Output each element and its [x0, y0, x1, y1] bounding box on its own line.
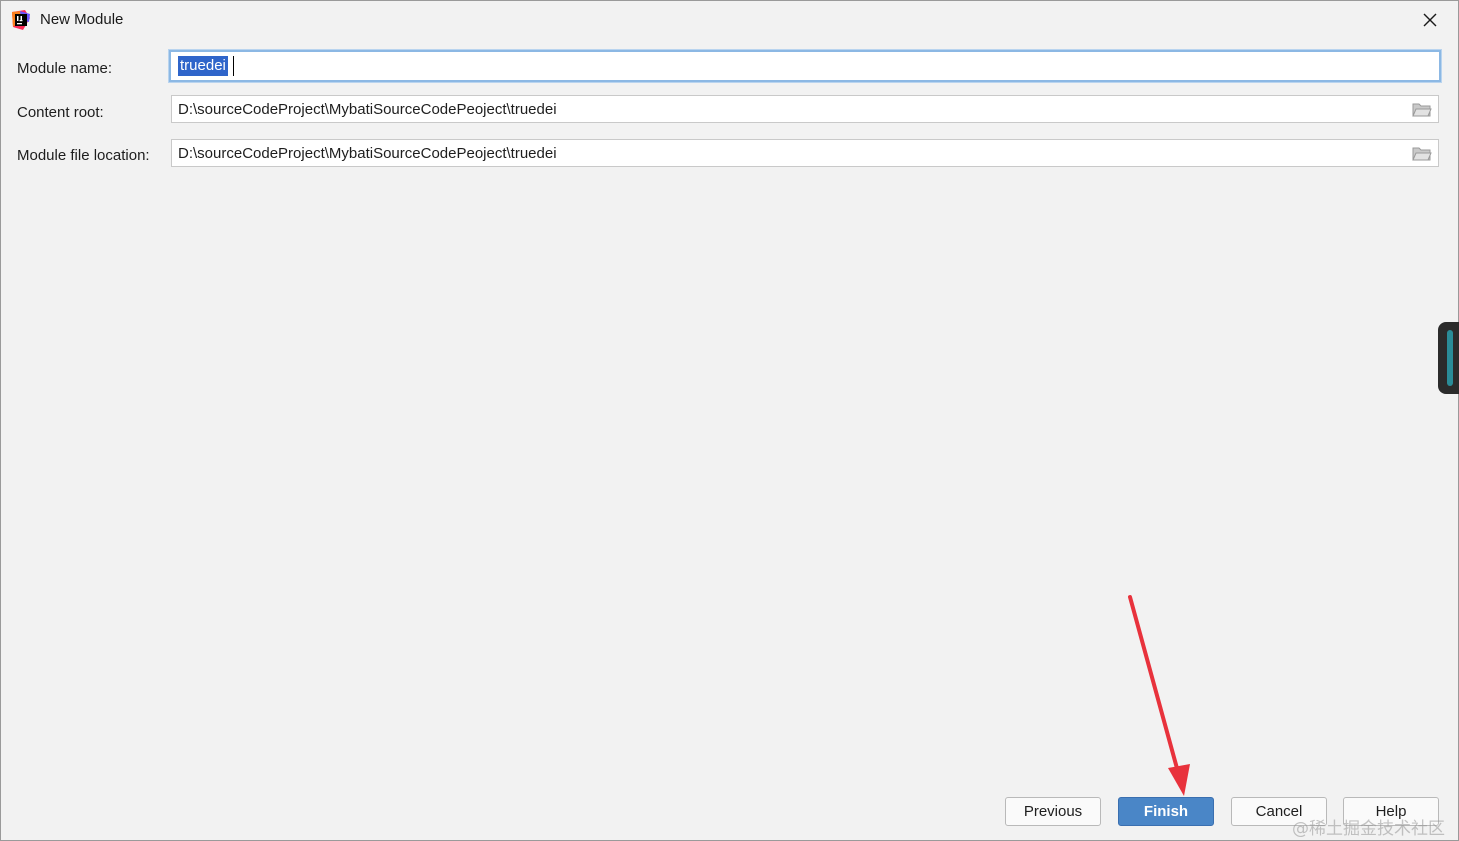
content-root-label: Content root:: [17, 104, 104, 121]
module-file-location-field[interactable]: [171, 139, 1439, 167]
module-name-label: Module name:: [17, 60, 113, 77]
new-module-dialog: New Module Module name: truedei Content …: [0, 0, 1459, 841]
intellij-idea-icon: [12, 10, 30, 30]
previous-button[interactable]: Previous: [1005, 797, 1101, 826]
side-panel-indicator: [1447, 330, 1453, 386]
close-icon: [1423, 13, 1437, 27]
folder-icon[interactable]: [1412, 102, 1432, 118]
title-bar: New Module: [1, 1, 1458, 39]
content-root-input[interactable]: [172, 96, 1438, 122]
dialog-title: New Module: [40, 11, 124, 28]
close-button[interactable]: [1415, 5, 1445, 35]
content-root-field[interactable]: [171, 95, 1439, 123]
module-name-value: truedei: [178, 56, 228, 76]
text-caret: [233, 56, 234, 76]
module-name-field[interactable]: truedei: [169, 50, 1441, 82]
module-file-location-input[interactable]: [172, 140, 1438, 166]
watermark: @稀土掘金技术社区: [1292, 819, 1445, 839]
module-file-location-label: Module file location:: [17, 147, 150, 164]
folder-icon[interactable]: [1412, 146, 1432, 162]
finish-button[interactable]: Finish: [1118, 797, 1214, 826]
